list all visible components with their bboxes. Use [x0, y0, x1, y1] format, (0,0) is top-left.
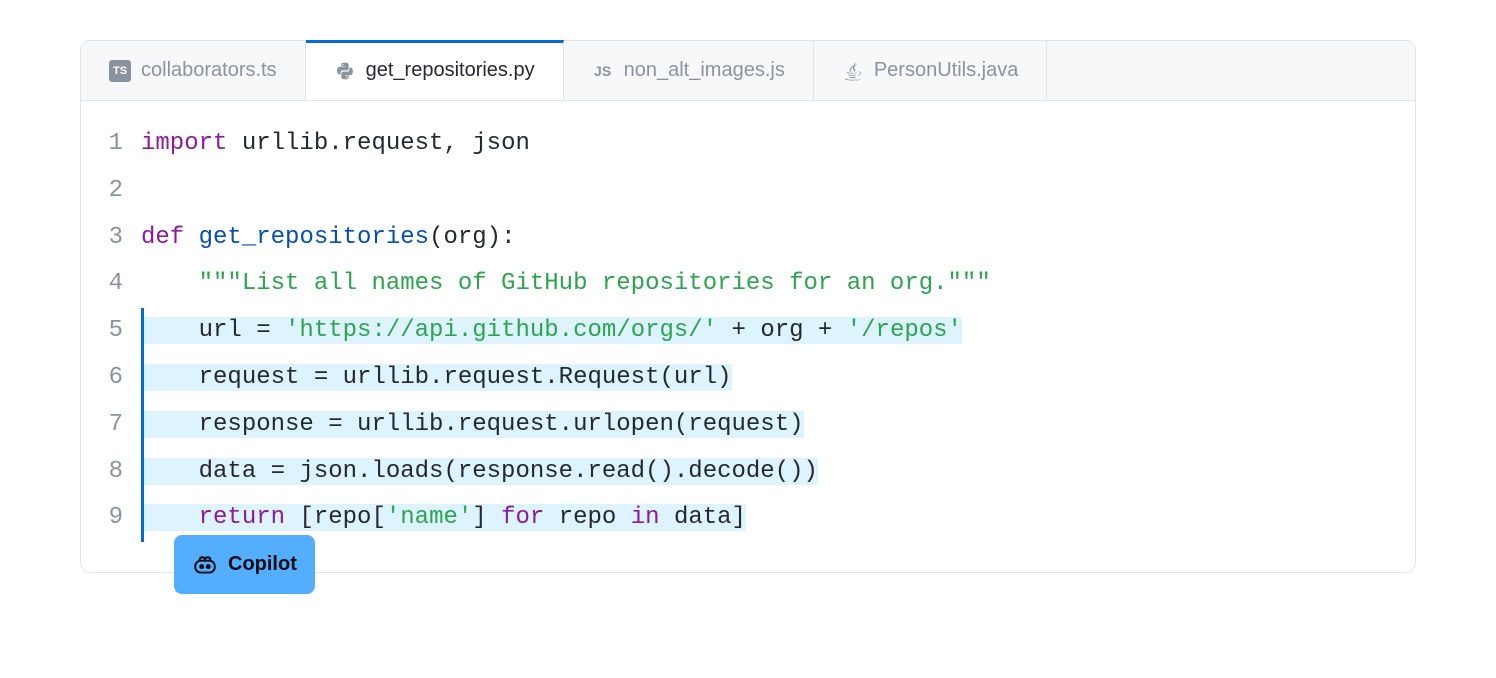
copilot-icon: [192, 552, 218, 578]
line-number: 3: [81, 215, 141, 262]
token-nm: ]: [472, 504, 501, 531]
token-nm: data]: [660, 504, 746, 531]
line-number: 7: [81, 402, 141, 449]
highlighted-text: url = 'https://api.github.com/orgs/' + o…: [141, 317, 962, 344]
token-nm: request = urllib.request.Request(url): [141, 364, 732, 391]
line-number: 6: [81, 355, 141, 402]
highlight-bar: [141, 308, 144, 355]
code-line: 1import urllib.request, json: [81, 121, 1415, 168]
line-number: 5: [81, 308, 141, 355]
line-content[interactable]: import urllib.request, json: [141, 121, 1415, 168]
token-str: """List all names of GitHub repositories…: [199, 270, 991, 297]
highlighted-text: data = json.loads(response.read().decode…: [141, 458, 818, 485]
token-nm: url =: [141, 317, 285, 344]
tab-collaborators-ts[interactable]: TS collaborators.ts: [81, 41, 306, 100]
line-content[interactable]: request = urllib.request.Request(url): [141, 355, 1415, 402]
code-line: 6 request = urllib.request.Request(url): [81, 355, 1415, 402]
code-line: 3def get_repositories(org):: [81, 215, 1415, 262]
token-str: '/repos': [847, 317, 962, 344]
line-content[interactable]: data = json.loads(response.read().decode…: [141, 449, 1415, 496]
tab-label: PersonUtils.java: [874, 59, 1019, 82]
token-kw: in: [631, 504, 660, 531]
java-icon: [842, 60, 864, 82]
code-line: 2: [81, 168, 1415, 215]
tabs-bar: TS collaborators.ts get_repositories.py JS n…: [81, 41, 1415, 101]
code-editor: TS collaborators.ts get_repositories.py JS n…: [80, 40, 1416, 573]
token-fn: get_repositories: [199, 224, 429, 251]
tab-label: get_repositories.py: [366, 59, 535, 82]
line-number: 9: [81, 495, 141, 542]
code-area: 1import urllib.request, json2 3def get_r…: [81, 101, 1415, 572]
line-number: 2: [81, 168, 141, 215]
code-line: 7 response = urllib.request.urlopen(requ…: [81, 402, 1415, 449]
token-nm: [184, 224, 198, 251]
highlight-bar: [141, 449, 144, 496]
token-nm: [141, 504, 199, 531]
highlight-bar: [141, 355, 144, 402]
line-content[interactable]: response = urllib.request.urlopen(reques…: [141, 402, 1415, 449]
highlighted-text: return [repo['name'] for repo in data]: [141, 504, 746, 531]
token-nm: [repo[: [285, 504, 386, 531]
copilot-label: Copilot: [228, 545, 297, 584]
tab-label: collaborators.ts: [141, 59, 277, 82]
token-nm: response = urllib.request.urlopen(reques…: [141, 411, 804, 438]
line-number: 4: [81, 261, 141, 308]
token-str: 'name': [386, 504, 472, 531]
token-nm: [141, 177, 155, 204]
tab-label: non_alt_images.js: [624, 59, 785, 82]
copilot-badge[interactable]: Copilot: [174, 535, 315, 594]
token-kw: def: [141, 224, 184, 251]
python-icon: [334, 60, 356, 82]
token-kw: return: [199, 504, 285, 531]
line-content[interactable]: url = 'https://api.github.com/orgs/' + o…: [141, 308, 1415, 355]
token-nm: [141, 270, 199, 297]
javascript-icon: JS: [592, 60, 614, 82]
line-number: 8: [81, 449, 141, 496]
code-line: 8 data = json.loads(response.read().deco…: [81, 449, 1415, 496]
line-content[interactable]: """List all names of GitHub repositories…: [141, 261, 1415, 308]
token-kw: for: [501, 504, 544, 531]
highlighted-text: response = urllib.request.urlopen(reques…: [141, 411, 804, 438]
line-content[interactable]: [141, 168, 1415, 215]
highlight-bar: [141, 402, 144, 449]
token-nm: urllib.request, json: [227, 130, 529, 157]
token-nm: data = json.loads(response.read().decode…: [141, 458, 818, 485]
tab-non_alt_images-js[interactable]: JS non_alt_images.js: [564, 41, 814, 100]
tab-get_repositories-py[interactable]: get_repositories.py: [306, 40, 564, 100]
highlight-bar: [141, 495, 144, 542]
token-nm: + org +: [717, 317, 847, 344]
line-content[interactable]: def get_repositories(org):: [141, 215, 1415, 262]
code-line: 4 """List all names of GitHub repositori…: [81, 261, 1415, 308]
token-kw: import: [141, 130, 227, 157]
line-content[interactable]: return [repo['name'] for repo in data]: [141, 495, 1415, 542]
token-nm: (org):: [429, 224, 515, 251]
token-nm: repo: [544, 504, 630, 531]
code-line: 5 url = 'https://api.github.com/orgs/' +…: [81, 308, 1415, 355]
line-number: 1: [81, 121, 141, 168]
tab-PersonUtils-java[interactable]: PersonUtils.java: [814, 41, 1048, 100]
highlighted-text: request = urllib.request.Request(url): [141, 364, 732, 391]
token-str: 'https://api.github.com/orgs/': [285, 317, 717, 344]
typescript-icon: TS: [109, 60, 131, 82]
